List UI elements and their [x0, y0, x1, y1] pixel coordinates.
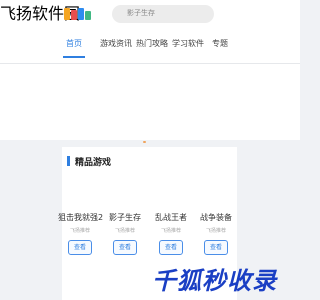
game-tag: 飞扬推荐	[160, 228, 181, 234]
active-tab-indicator	[63, 56, 85, 58]
logo-block	[71, 10, 77, 20]
tab-topics[interactable]: 专题	[212, 38, 228, 49]
game-card: 战争装备 飞扬推荐 查看	[194, 213, 238, 255]
site-logo[interactable]	[64, 8, 94, 24]
search-input[interactable]: 影子生存	[112, 5, 214, 23]
logo-block	[64, 8, 70, 20]
game-name[interactable]: 狙击我就强2	[58, 213, 103, 223]
tab-game-news[interactable]: 游戏资讯	[100, 38, 132, 49]
view-button[interactable]: 查看	[159, 240, 183, 255]
game-tag: 飞扬推荐	[69, 228, 90, 234]
tab-learning-software[interactable]: 学习软件	[172, 38, 204, 49]
game-tag: 飞扬推荐	[114, 228, 135, 234]
banner-area	[0, 64, 300, 140]
nav-tabs: 首页 游戏资讯 热门攻略 学习软件 专题	[0, 30, 300, 64]
tab-hot-guides[interactable]: 热门攻略	[136, 38, 168, 49]
carousel-indicator[interactable]	[143, 141, 146, 143]
top-bar: 飞扬软件园 影子生存	[0, 0, 300, 30]
game-tag: 飞扬推荐	[205, 228, 226, 234]
logo-block	[85, 11, 91, 20]
section-title: 精品游戏	[75, 158, 112, 168]
game-card: 狙击我就强2 飞扬推荐 查看	[58, 213, 103, 255]
view-button[interactable]: 查看	[204, 240, 228, 255]
game-name[interactable]: 战争装备	[194, 213, 238, 223]
view-button[interactable]: 查看	[113, 240, 137, 255]
game-name[interactable]: 影子生存	[103, 213, 147, 223]
search-placeholder: 影子生存	[127, 9, 155, 17]
logo-block	[78, 8, 84, 20]
section-accent-bar	[67, 156, 70, 166]
view-button[interactable]: 查看	[68, 240, 92, 255]
game-card: 乱战王者 飞扬推荐 查看	[149, 213, 193, 255]
watermark-text: 千狐秒收录	[152, 267, 277, 295]
tab-home[interactable]: 首页	[66, 38, 82, 49]
game-name[interactable]: 乱战王者	[149, 213, 193, 223]
game-card: 影子生存 飞扬推荐 查看	[103, 213, 147, 255]
